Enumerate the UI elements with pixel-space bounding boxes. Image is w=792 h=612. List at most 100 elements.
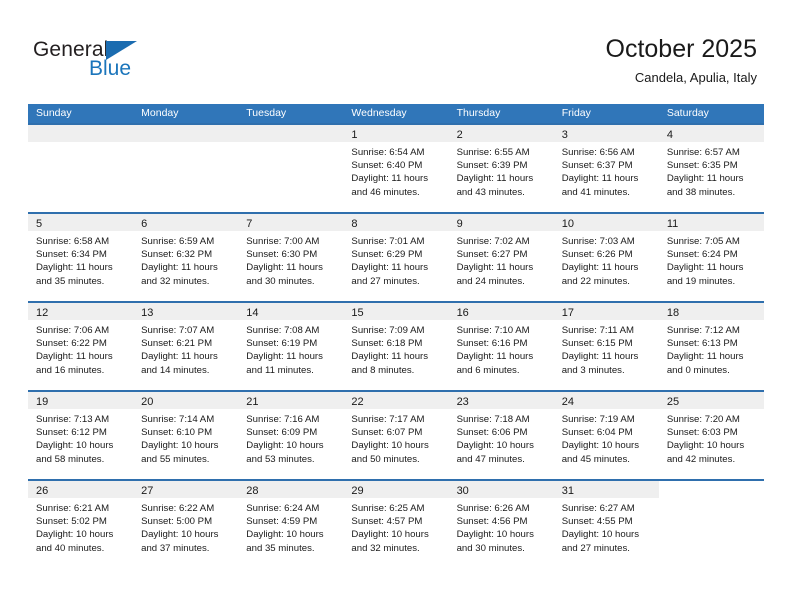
day-number-strip: 20 xyxy=(133,392,239,409)
day-info: Sunrise: 7:10 AM Sunset: 6:16 PM Dayligh… xyxy=(449,320,554,377)
daylight-text-line1: Daylight: 10 hours xyxy=(141,529,219,541)
daylight-text-line1: Daylight: 10 hours xyxy=(246,440,324,452)
day-cell[interactable]: 13 Sunrise: 7:07 AM Sunset: 6:21 PM Dayl… xyxy=(133,301,239,390)
day-cell[interactable]: 30 Sunrise: 6:26 AM Sunset: 4:56 PM Dayl… xyxy=(448,479,554,568)
sunrise-text: Sunrise: 7:06 AM xyxy=(36,325,110,336)
day-cell[interactable]: 23 Sunrise: 7:18 AM Sunset: 6:06 PM Dayl… xyxy=(448,390,554,479)
sunset-text: Sunset: 6:22 PM xyxy=(36,338,107,350)
day-cell[interactable]: 14 Sunrise: 7:08 AM Sunset: 6:19 PM Dayl… xyxy=(238,301,344,390)
day-cell[interactable]: 11 Sunrise: 7:05 AM Sunset: 6:24 PM Dayl… xyxy=(658,212,764,301)
day-info: Sunrise: 7:05 AM Sunset: 6:24 PM Dayligh… xyxy=(659,231,764,288)
day-cell[interactable]: 19 Sunrise: 7:13 AM Sunset: 6:12 PM Dayl… xyxy=(28,390,134,479)
sunset-text: Sunset: 4:56 PM xyxy=(456,516,528,528)
day-cell[interactable]: 26 Sunrise: 6:21 AM Sunset: 5:02 PM Dayl… xyxy=(28,479,134,568)
day-cell[interactable]: 5 Sunrise: 6:58 AM Sunset: 6:34 PM Dayli… xyxy=(28,212,134,301)
day-cell[interactable]: 31 Sunrise: 6:27 AM Sunset: 4:55 PM Dayl… xyxy=(553,479,659,568)
day-number-strip: 25 xyxy=(658,392,764,409)
day-info: Sunrise: 6:58 AM Sunset: 6:34 PM Dayligh… xyxy=(28,231,133,288)
day-number: 25 xyxy=(666,396,680,408)
sunset-text: Sunset: 6:21 PM xyxy=(141,338,213,350)
page-header: General Blue October 2025 Candela, Apuli… xyxy=(0,0,792,104)
day-number: 10 xyxy=(561,218,574,230)
daylight-text-line2: and 11 minutes. xyxy=(246,364,314,376)
daylight-text-line2: and 55 minutes. xyxy=(141,453,210,465)
daylight-text-line1: Daylight: 11 hours xyxy=(36,262,113,274)
day-cell[interactable]: 12 Sunrise: 7:06 AM Sunset: 6:22 PM Dayl… xyxy=(28,301,134,390)
day-info: Sunrise: 7:08 AM Sunset: 6:19 PM Dayligh… xyxy=(238,320,343,377)
sunrise-text: Sunrise: 7:09 AM xyxy=(351,325,425,336)
day-number-strip: 8 xyxy=(343,214,449,231)
sunrise-text: Sunrise: 7:12 AM xyxy=(666,325,740,336)
day-number-strip xyxy=(133,125,239,142)
day-cell[interactable]: 18 Sunrise: 7:12 AM Sunset: 6:13 PM Dayl… xyxy=(658,301,764,390)
day-number-strip: 11 xyxy=(658,214,764,231)
calendar-page: General Blue October 2025 Candela, Apuli… xyxy=(0,0,792,612)
sunset-text: Sunset: 6:37 PM xyxy=(561,160,633,172)
day-info: Sunrise: 6:24 AM Sunset: 4:59 PM Dayligh… xyxy=(238,498,343,555)
day-info: Sunrise: 7:00 AM Sunset: 6:30 PM Dayligh… xyxy=(238,231,343,288)
sunset-text: Sunset: 4:57 PM xyxy=(351,516,423,528)
day-number-strip: 26 xyxy=(28,481,134,498)
day-number-strip: 23 xyxy=(448,392,554,409)
sunset-text: Sunset: 6:19 PM xyxy=(246,338,318,350)
daylight-text-line1: Daylight: 11 hours xyxy=(561,173,639,185)
sunrise-text: Sunrise: 7:11 AM xyxy=(561,325,635,336)
day-number-strip: 12 xyxy=(28,303,134,320)
day-cell[interactable]: 4 Sunrise: 6:57 AM Sunset: 6:35 PM Dayli… xyxy=(658,123,764,212)
sunrise-text: Sunrise: 6:21 AM xyxy=(36,503,110,514)
daylight-text-line1: Daylight: 10 hours xyxy=(246,529,324,541)
day-cell[interactable]: 7 Sunrise: 7:00 AM Sunset: 6:30 PM Dayli… xyxy=(238,212,344,301)
daylight-text-line2: and 30 minutes. xyxy=(246,275,315,287)
daylight-text-line2: and 27 minutes. xyxy=(561,542,630,554)
day-number: 23 xyxy=(456,396,469,408)
sunset-text: Sunset: 5:00 PM xyxy=(141,516,213,528)
general-blue-logo[interactable]: General Blue xyxy=(33,38,163,84)
day-cell[interactable]: 24 Sunrise: 7:19 AM Sunset: 6:04 PM Dayl… xyxy=(553,390,659,479)
day-number-strip: 27 xyxy=(133,481,239,498)
day-cell[interactable]: 9 Sunrise: 7:02 AM Sunset: 6:27 PM Dayli… xyxy=(448,212,554,301)
daylight-text-line1: Daylight: 11 hours xyxy=(246,262,323,274)
day-number-strip: 4 xyxy=(658,125,764,142)
day-cell[interactable]: 17 Sunrise: 7:11 AM Sunset: 6:15 PM Dayl… xyxy=(553,301,659,390)
day-number: 27 xyxy=(141,485,154,497)
day-info: Sunrise: 7:01 AM Sunset: 6:29 PM Dayligh… xyxy=(343,231,448,288)
day-cell[interactable]: 21 Sunrise: 7:16 AM Sunset: 6:09 PM Dayl… xyxy=(238,390,344,479)
page-subtitle: Candela, Apulia, Italy xyxy=(634,70,757,85)
day-cell[interactable]: 1 Sunrise: 6:54 AM Sunset: 6:40 PM Dayli… xyxy=(343,123,449,212)
day-cell[interactable]: 15 Sunrise: 7:09 AM Sunset: 6:18 PM Dayl… xyxy=(343,301,449,390)
day-cell[interactable]: 8 Sunrise: 7:01 AM Sunset: 6:29 PM Dayli… xyxy=(343,212,449,301)
day-number: 16 xyxy=(456,307,469,319)
daylight-text-line1: Daylight: 11 hours xyxy=(141,262,218,274)
day-number: 6 xyxy=(141,218,148,230)
sunrise-text: Sunrise: 7:17 AM xyxy=(351,414,425,425)
daylight-text-line1: Daylight: 10 hours xyxy=(36,529,114,541)
sunrise-text: Sunrise: 6:25 AM xyxy=(351,503,425,514)
sunset-text: Sunset: 6:10 PM xyxy=(141,427,213,439)
calendar-grid: Sunday Monday Tuesday Wednesday Thursday… xyxy=(28,104,764,568)
day-cell[interactable]: 28 Sunrise: 6:24 AM Sunset: 4:59 PM Dayl… xyxy=(238,479,344,568)
day-cell[interactable]: 3 Sunrise: 6:56 AM Sunset: 6:37 PM Dayli… xyxy=(553,123,659,212)
title-block: October 2025 Candela, Apulia, Italy xyxy=(606,34,758,87)
week-row: 19 Sunrise: 7:13 AM Sunset: 6:12 PM Dayl… xyxy=(28,390,764,479)
day-number-strip: 3 xyxy=(553,125,659,142)
sunset-text: Sunset: 4:59 PM xyxy=(246,516,318,528)
day-cell[interactable]: 27 Sunrise: 6:22 AM Sunset: 5:00 PM Dayl… xyxy=(133,479,239,568)
daylight-text-line2: and 45 minutes. xyxy=(561,453,630,465)
day-cell[interactable]: 20 Sunrise: 7:14 AM Sunset: 6:10 PM Dayl… xyxy=(133,390,239,479)
day-info: Sunrise: 6:21 AM Sunset: 5:02 PM Dayligh… xyxy=(28,498,133,555)
weekday-sunday: Sunday xyxy=(36,107,72,119)
daylight-text-line1: Daylight: 11 hours xyxy=(666,173,744,185)
day-cell[interactable]: 2 Sunrise: 6:55 AM Sunset: 6:39 PM Dayli… xyxy=(448,123,554,212)
daylight-text-line1: Daylight: 11 hours xyxy=(666,262,744,274)
weekday-thursday: Thursday xyxy=(456,107,501,119)
day-cell[interactable]: 6 Sunrise: 6:59 AM Sunset: 6:32 PM Dayli… xyxy=(133,212,239,301)
day-cell[interactable]: 25 Sunrise: 7:20 AM Sunset: 6:03 PM Dayl… xyxy=(658,390,764,479)
daylight-text-line2: and 58 minutes. xyxy=(36,453,105,465)
daylight-text-line2: and 16 minutes. xyxy=(36,364,105,376)
day-cell[interactable]: 22 Sunrise: 7:17 AM Sunset: 6:07 PM Dayl… xyxy=(343,390,449,479)
sunset-text: Sunset: 6:04 PM xyxy=(561,427,633,439)
day-cell[interactable]: 10 Sunrise: 7:03 AM Sunset: 6:26 PM Dayl… xyxy=(553,212,659,301)
day-cell[interactable]: 29 Sunrise: 6:25 AM Sunset: 4:57 PM Dayl… xyxy=(343,479,449,568)
day-info: Sunrise: 6:55 AM Sunset: 6:39 PM Dayligh… xyxy=(449,142,554,199)
day-cell[interactable]: 16 Sunrise: 7:10 AM Sunset: 6:16 PM Dayl… xyxy=(448,301,554,390)
